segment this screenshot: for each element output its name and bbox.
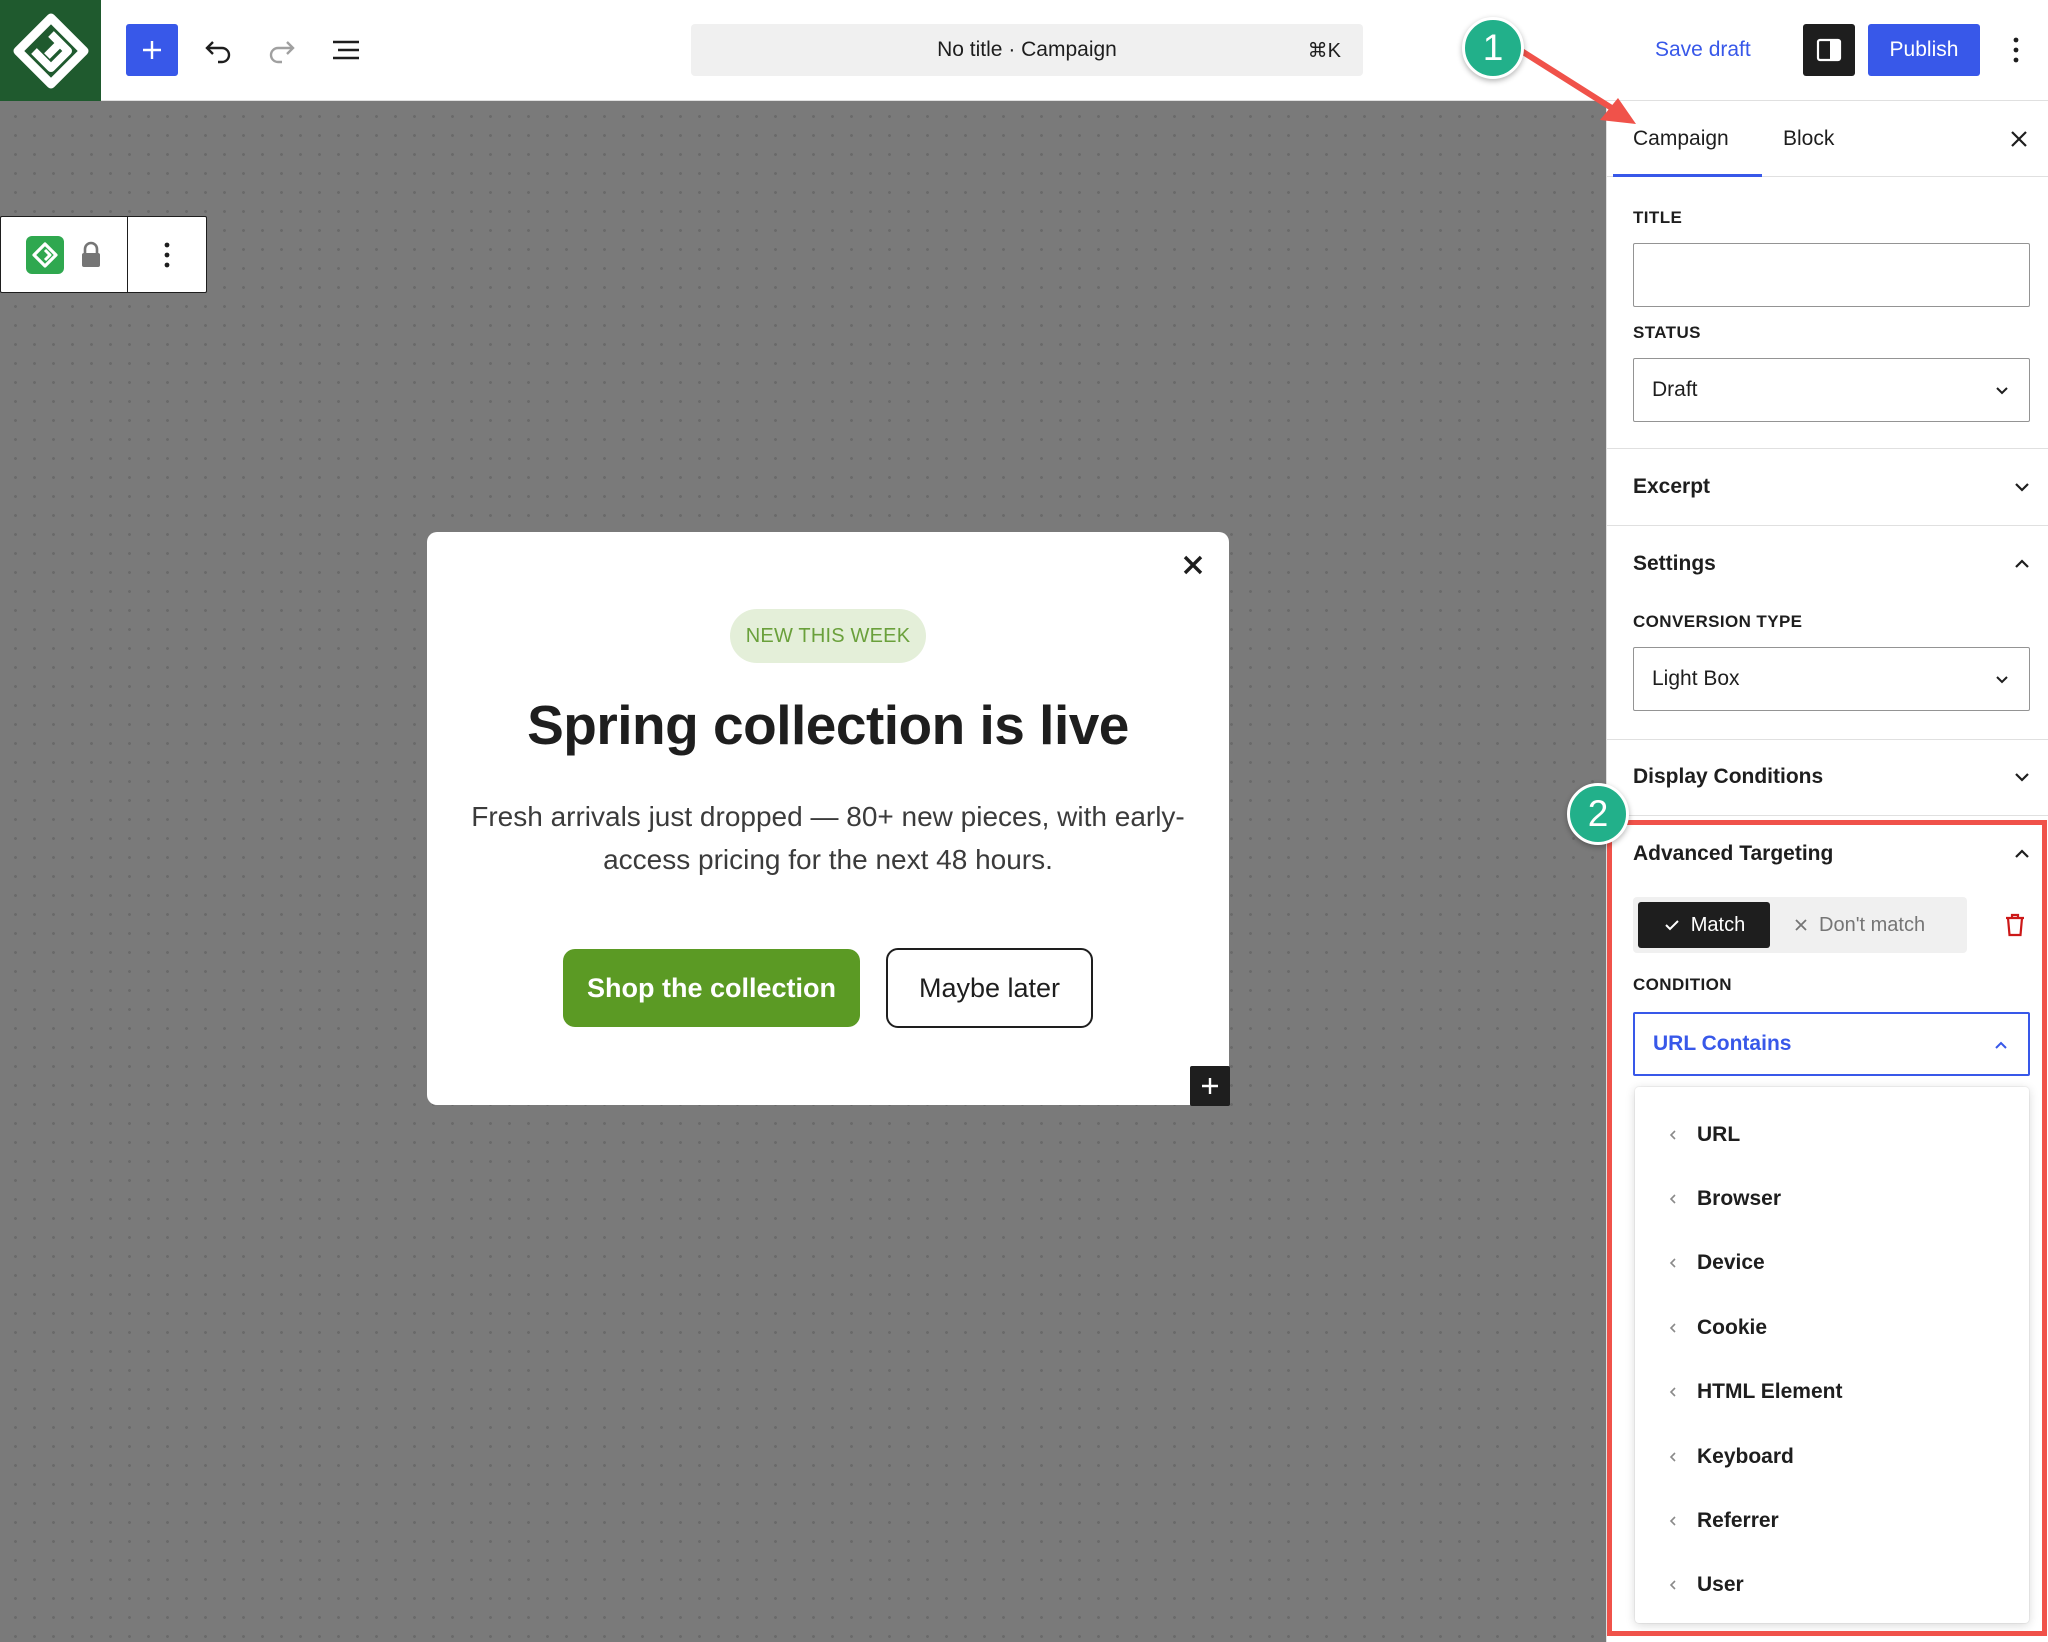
vertical-ellipsis-icon <box>164 242 170 267</box>
campaign-logo-icon[interactable] <box>26 235 64 274</box>
chevron-down-icon <box>1996 676 2008 684</box>
sidebar-toggle-icon <box>1816 38 1842 62</box>
divider <box>1607 739 2048 740</box>
chevron-up-icon <box>2015 559 2029 568</box>
chevron-down-icon <box>2015 483 2029 492</box>
vertical-ellipsis-icon <box>2013 37 2019 63</box>
annotation-highlight-box <box>1607 820 2047 1636</box>
conversion-type-value: Light Box <box>1652 667 1740 690</box>
block-options-button[interactable] <box>128 217 206 292</box>
site-logo[interactable] <box>0 0 101 101</box>
editor-header: No title · Campaign ⌘K Save draft Publis… <box>0 0 2048 101</box>
divider <box>1607 525 2048 526</box>
list-view-icon <box>333 40 359 60</box>
document-overview-button[interactable] <box>320 24 372 76</box>
undo-icon <box>205 41 231 64</box>
settings-toggle-button[interactable] <box>1803 24 1855 76</box>
annotation-arrow-icon <box>1517 47 1636 124</box>
block-type-group[interactable] <box>1 217 128 292</box>
redo-button[interactable] <box>256 24 308 76</box>
maybe-later-button[interactable]: Maybe later <box>886 948 1093 1028</box>
add-block-button[interactable] <box>1190 1066 1230 1106</box>
save-draft-button[interactable]: Save draft <box>1655 24 1751 76</box>
brand-logo-icon <box>13 13 88 88</box>
chevron-down-icon <box>2015 773 2029 782</box>
block-toolbar <box>0 216 207 293</box>
status-select[interactable]: Draft <box>1633 358 2030 422</box>
excerpt-panel-title: Excerpt <box>1633 475 1711 498</box>
close-icon <box>2011 131 2027 147</box>
status-value: Draft <box>1652 378 1698 401</box>
command-palette-bar[interactable]: No title · Campaign ⌘K <box>691 24 1363 76</box>
conversion-type-label: CONVERSION TYPE <box>1633 612 1803 631</box>
title-label: TITLE <box>1633 208 1683 227</box>
options-menu-button[interactable] <box>1996 24 2036 76</box>
display-conditions-panel-toggle[interactable]: Display Conditions <box>1633 762 2033 792</box>
excerpt-panel-toggle[interactable]: Excerpt <box>1633 472 2033 502</box>
lock-icon[interactable] <box>80 241 102 269</box>
close-icon <box>1183 555 1203 575</box>
command-shortcut: ⌘K <box>1307 40 1341 62</box>
popup-close-button[interactable] <box>1176 548 1210 582</box>
block-inserter-button[interactable] <box>126 24 178 76</box>
plus-icon <box>143 41 161 59</box>
publish-button[interactable]: Publish <box>1868 24 1980 76</box>
sidebar-tabs: Campaign Block <box>1607 101 2048 177</box>
popup-badge: NEW THIS WEEK <box>730 609 926 663</box>
settings-panel-toggle[interactable]: Settings <box>1633 549 2033 579</box>
display-conditions-title: Display Conditions <box>1633 765 1824 788</box>
plus-icon <box>1202 1078 1218 1094</box>
chevron-down-icon <box>1996 387 2008 395</box>
tab-block[interactable]: Block <box>1783 101 1834 177</box>
status-label: STATUS <box>1633 323 1701 342</box>
popup-body: Fresh arrivals just dropped — 80+ new pi… <box>471 801 1185 875</box>
document-title: No title · Campaign <box>937 38 1117 61</box>
annotation-marker-1: 1 <box>1462 17 1524 79</box>
active-tab-indicator <box>1613 174 1762 177</box>
annotation-marker-2: 2 <box>1567 783 1629 845</box>
popup-headline: Spring collection is live <box>527 694 1129 756</box>
redo-icon <box>269 41 295 64</box>
divider <box>1607 448 2048 449</box>
undo-button[interactable] <box>192 24 244 76</box>
close-sidebar-button[interactable] <box>2001 121 2037 157</box>
conversion-type-select[interactable]: Light Box <box>1633 647 2030 711</box>
settings-panel-title: Settings <box>1633 552 1716 575</box>
divider <box>1607 815 2048 816</box>
title-input[interactable] <box>1633 243 2030 307</box>
shop-collection-button[interactable]: Shop the collection <box>563 949 860 1027</box>
